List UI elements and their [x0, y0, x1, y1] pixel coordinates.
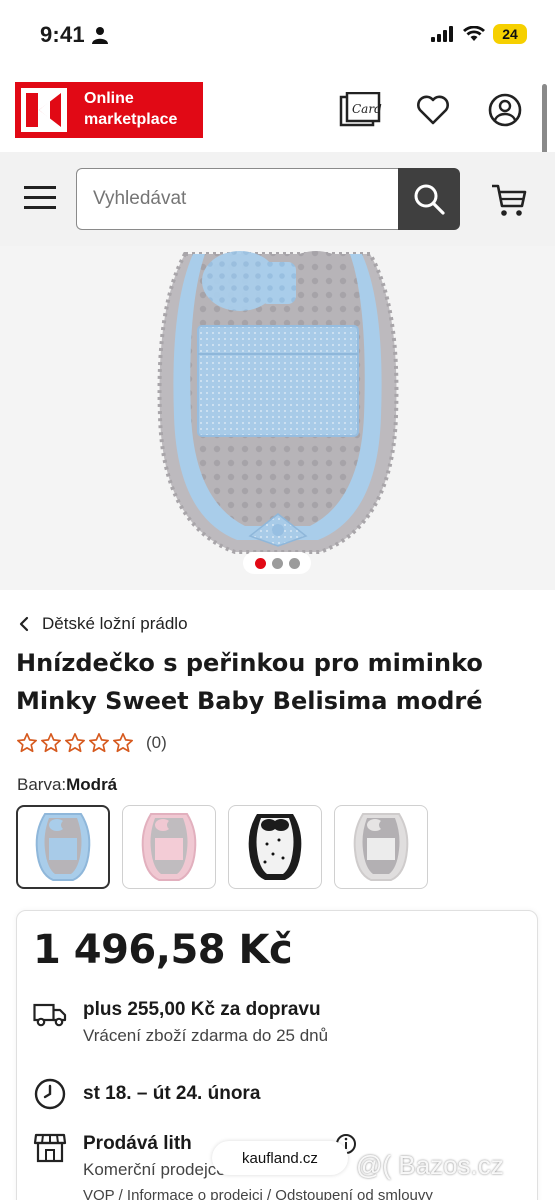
favorites-heart-icon[interactable]: [411, 90, 455, 130]
seller-links[interactable]: VOP / Informace o prodejci / Odstoupení …: [83, 1183, 433, 1200]
wifi-icon: [463, 26, 485, 41]
product-price: 1 496,58 Kč: [33, 927, 293, 973]
variant-thumbnail: [35, 813, 91, 881]
loyalty-card-icon[interactable]: Card: [339, 90, 383, 130]
signal-icon: [431, 26, 453, 42]
star-icon: [89, 733, 109, 753]
user-account-icon[interactable]: [483, 90, 527, 130]
color-value: Modrá: [66, 775, 118, 794]
kaufland-domain-badge: kaufland.cz: [212, 1141, 348, 1175]
variant-pink[interactable]: [122, 805, 216, 889]
variant-blue[interactable]: [16, 805, 110, 889]
product-title: Hnízdečko s peřinkou pro miminko Minky S…: [16, 649, 483, 715]
star-icon: [17, 733, 37, 753]
variant-thumbnail: [141, 813, 197, 881]
person-icon: [92, 27, 108, 44]
product-image: [157, 251, 399, 554]
gallery-dot-3[interactable]: [288, 557, 300, 569]
svg-text:Card: Card: [352, 102, 382, 116]
product-image-gallery[interactable]: [0, 246, 555, 590]
search-button[interactable]: [398, 168, 460, 230]
color-label-prefix: Barva:: [17, 775, 67, 794]
shopping-cart-icon[interactable]: [490, 182, 528, 218]
shipping-text: plus 255,00 Kč za dopravu Vrácení zboží …: [83, 997, 328, 1049]
shipping-price: plus 255,00 Kč za dopravu: [83, 999, 321, 1020]
variant-gray[interactable]: [334, 805, 428, 889]
battery-indicator: 24: [493, 24, 527, 44]
star-icon: [41, 733, 61, 753]
variant-thumbnail: [248, 814, 302, 880]
search-icon: [414, 184, 445, 215]
store-icon: [33, 1133, 67, 1163]
star-icon: [65, 733, 85, 753]
shipping-info: plus 255,00 Kč za dopravu Vrácení zboží …: [33, 997, 328, 1049]
search-bar-area: [0, 152, 555, 246]
status-bar: 9:41 24: [0, 0, 555, 72]
variant-thumbnail: [353, 813, 409, 881]
gallery-dot-1[interactable]: [254, 557, 266, 569]
header-actions: Card: [339, 90, 527, 130]
chevron-left-icon: [19, 616, 29, 632]
search-input[interactable]: [76, 168, 398, 230]
status-time: 9:41: [40, 22, 85, 47]
hamburger-menu-icon[interactable]: [22, 183, 60, 213]
kaufland-logo-icon[interactable]: [15, 82, 73, 138]
gallery-dot-2[interactable]: [271, 557, 283, 569]
bazos-watermark: @( Bazos.cz: [356, 1150, 504, 1180]
product-rating[interactable]: (0): [16, 732, 167, 754]
breadcrumb-label[interactable]: Dětské ložní prádlo: [42, 614, 188, 634]
delivery-truck-icon: [33, 1003, 67, 1027]
free-return-text: Vrácení zboží zdarma do 25 dnů: [83, 1026, 329, 1045]
delivery-date-info: st 18. – út 24. února: [33, 1077, 260, 1111]
site-header: Online marketplace Card: [0, 72, 555, 152]
logo-text[interactable]: Online marketplace: [73, 82, 203, 138]
variant-black-white[interactable]: [228, 805, 322, 889]
clock-icon: [34, 1078, 66, 1110]
rating-count[interactable]: (0): [146, 733, 167, 753]
gallery-pagination[interactable]: [243, 552, 311, 574]
delivery-date: st 18. – út 24. února: [83, 1083, 261, 1104]
star-icon: [113, 733, 133, 753]
color-label: Barva:Modrá: [17, 775, 117, 795]
status-indicators: 24: [431, 24, 527, 44]
color-variants: [16, 805, 428, 889]
breadcrumb[interactable]: Dětské ložní prádlo: [18, 614, 188, 634]
